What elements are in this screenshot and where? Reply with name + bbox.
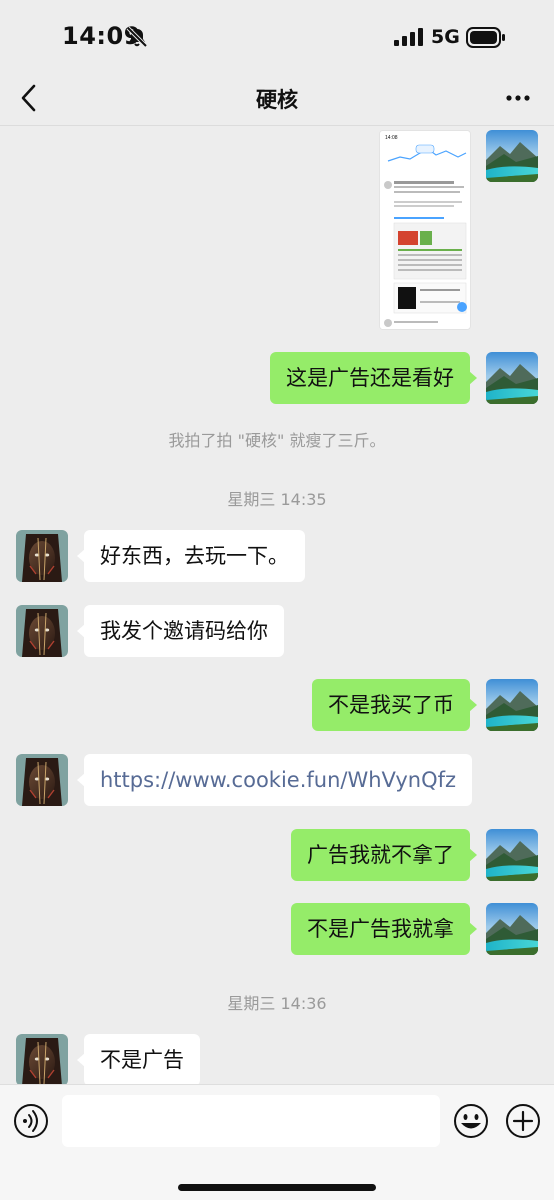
- my-avatar[interactable]: [486, 829, 538, 881]
- landscape-avatar-image: [486, 903, 538, 955]
- emoji-icon[interactable]: [453, 1103, 489, 1139]
- portrait-avatar-image: [16, 605, 68, 657]
- more-icon[interactable]: [504, 84, 532, 112]
- landscape-avatar-image: [486, 352, 538, 404]
- my-avatar[interactable]: [486, 352, 538, 404]
- my-avatar[interactable]: [486, 903, 538, 955]
- timestamp: 星期三 14:35: [227, 490, 327, 509]
- peer-avatar[interactable]: [16, 754, 68, 806]
- timestamp: 星期三 14:36: [227, 994, 327, 1013]
- chat-header: 硬核: [0, 72, 554, 126]
- screenshot-thumbnail: 14:08: [380, 131, 470, 329]
- voice-icon[interactable]: [13, 1103, 49, 1139]
- landscape-avatar-image: [486, 829, 538, 881]
- portrait-avatar-image: [16, 530, 68, 582]
- message-bubble[interactable]: 我发个邀请码给你: [77, 605, 284, 657]
- status-bar: 14:09 5G: [0, 0, 554, 72]
- my-avatar[interactable]: [486, 130, 538, 182]
- bell-off-icon: [126, 26, 148, 48]
- landscape-avatar-image: [486, 130, 538, 182]
- portrait-avatar-image: [16, 1034, 68, 1086]
- peer-avatar[interactable]: [16, 605, 68, 657]
- link-message[interactable]: https://www.cookie.fun/WhVynQfz: [76, 754, 473, 806]
- image-message[interactable]: 14:08: [379, 130, 471, 330]
- signal-icon: [394, 28, 423, 46]
- message-bubble[interactable]: 这是广告还是看好: [270, 352, 477, 404]
- message-input[interactable]: [62, 1095, 440, 1147]
- home-indicator: [178, 1184, 376, 1191]
- battery-icon: [466, 27, 505, 48]
- message-bubble[interactable]: 广告我就不拿了: [291, 829, 477, 881]
- plus-icon[interactable]: [505, 1103, 541, 1139]
- peer-avatar[interactable]: [16, 1034, 68, 1086]
- chat-title: 硬核: [256, 88, 298, 112]
- message-bubble[interactable]: 不是广告我就拿: [291, 903, 477, 955]
- peer-avatar[interactable]: [16, 530, 68, 582]
- my-avatar[interactable]: [486, 679, 538, 731]
- input-bar: [0, 1084, 554, 1200]
- landscape-avatar-image: [486, 679, 538, 731]
- system-message: 我拍了拍 "硬核" 就瘦了三斤。: [168, 431, 386, 450]
- thumbnail-time: 14:08: [385, 135, 398, 141]
- portrait-avatar-image: [16, 754, 68, 806]
- message-bubble[interactable]: 好东西，去玩一下。: [77, 530, 305, 582]
- network-type: 5G: [431, 26, 460, 48]
- message-bubble[interactable]: 不是我买了币: [312, 679, 477, 731]
- message-bubble[interactable]: 不是广告: [77, 1034, 200, 1086]
